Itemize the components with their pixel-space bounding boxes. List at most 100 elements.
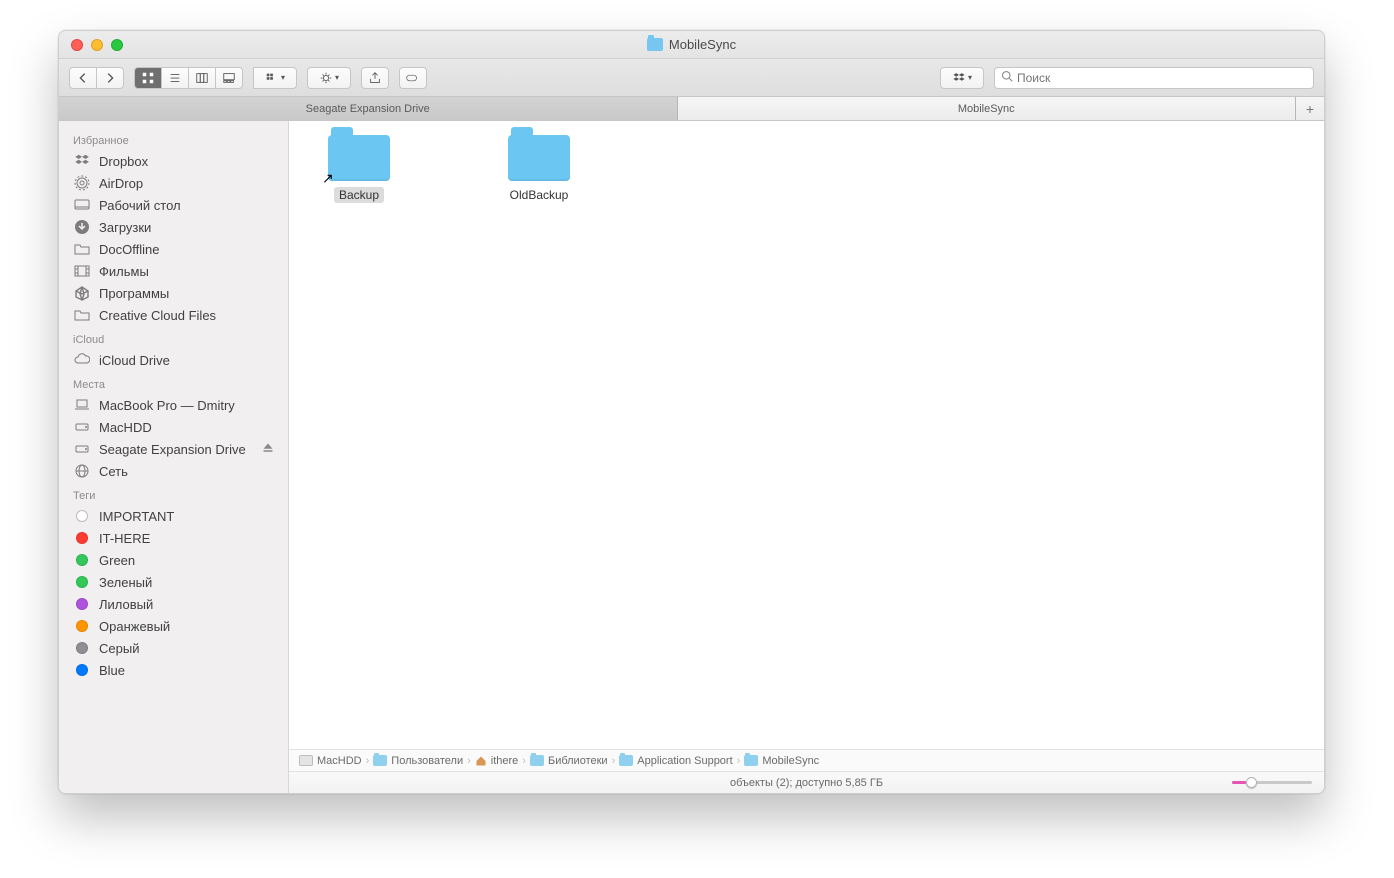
sidebar-tag-ithere[interactable]: IT-HERE (59, 527, 288, 549)
sidebar-item-downloads[interactable]: Загрузки (59, 216, 288, 238)
icon-view-button[interactable] (134, 67, 162, 89)
sidebar-item-label: MacBook Pro — Dmitry (99, 398, 235, 413)
path-segment[interactable]: MobileSync (744, 755, 819, 767)
chevron-icon: › (612, 755, 616, 767)
folder-icon (647, 38, 663, 51)
sidebar-item-machdd[interactable]: MacHDD (59, 416, 288, 438)
sidebar-item-creative-cloud[interactable]: Creative Cloud Files (59, 304, 288, 326)
zoom-slider[interactable] (1232, 781, 1312, 784)
path-label: ithere (491, 755, 519, 767)
tag-icon (73, 596, 91, 612)
folder-icon (73, 307, 91, 323)
disk-icon (299, 755, 313, 766)
airdrop-icon (73, 175, 91, 191)
sidebar-item-label: IT-HERE (99, 531, 150, 546)
sidebar-tag-green[interactable]: Green (59, 549, 288, 571)
sidebar-item-label: Сеть (99, 464, 128, 479)
sidebar-item-network[interactable]: Сеть (59, 460, 288, 482)
tab-bar: Seagate Expansion Drive MobileSync + (59, 97, 1324, 121)
path-label: Application Support (637, 755, 732, 767)
sidebar-item-desktop[interactable]: Рабочий стол (59, 194, 288, 216)
sidebar-item-label: iCloud Drive (99, 353, 170, 368)
sidebar-item-airdrop[interactable]: AirDrop (59, 172, 288, 194)
tab-label: Seagate Expansion Drive (306, 103, 430, 115)
sidebar-item-label: MacHDD (99, 420, 152, 435)
path-segment[interactable]: MacHDD (299, 755, 362, 767)
path-segment[interactable]: Пользователи (373, 755, 463, 767)
sidebar-item-label: Программы (99, 286, 169, 301)
file-item-backup[interactable]: ↗ Backup (309, 135, 409, 735)
cloud-icon (73, 352, 91, 368)
sidebar-item-macbook[interactable]: MacBook Pro — Dmitry (59, 394, 288, 416)
tags-button[interactable] (399, 67, 427, 89)
chevron-icon: › (522, 755, 526, 767)
tag-icon (73, 530, 91, 546)
sidebar-tag-gray[interactable]: Серый (59, 637, 288, 659)
file-item-oldbackup[interactable]: OldBackup (489, 135, 589, 735)
sidebar-item-label: Seagate Expansion Drive (99, 442, 246, 457)
path-segment[interactable]: ithere (475, 755, 519, 767)
window-title: MobileSync (59, 37, 1324, 52)
sidebar-header-locations: Места (59, 371, 288, 394)
sidebar-item-dropbox[interactable]: Dropbox (59, 150, 288, 172)
eject-icon[interactable] (262, 442, 274, 457)
sidebar-header-favorites: Избранное (59, 127, 288, 150)
new-tab-button[interactable]: + (1296, 97, 1324, 120)
sidebar-item-label: DocOffline (99, 242, 159, 257)
tag-icon (73, 662, 91, 678)
sidebar-item-label: AirDrop (99, 176, 143, 191)
folder-icon (619, 755, 633, 766)
share-button[interactable] (361, 67, 389, 89)
tab-mobilesync[interactable]: MobileSync (678, 97, 1297, 120)
file-label: OldBackup (505, 187, 574, 203)
sidebar-tag-orange[interactable]: Оранжевый (59, 615, 288, 637)
tag-icon (73, 552, 91, 568)
path-segment[interactable]: Application Support (619, 755, 732, 767)
search-icon (1001, 70, 1013, 85)
close-button[interactable] (71, 39, 83, 51)
minimize-button[interactable] (91, 39, 103, 51)
movies-icon (73, 263, 91, 279)
search-field[interactable] (994, 67, 1314, 89)
path-label: MobileSync (762, 755, 819, 767)
sidebar-tag-blue[interactable]: Blue (59, 659, 288, 681)
slider-knob[interactable] (1246, 777, 1257, 788)
sidebar-item-docoffline[interactable]: DocOffline (59, 238, 288, 260)
gallery-view-button[interactable] (215, 67, 243, 89)
list-view-button[interactable] (161, 67, 189, 89)
path-segment[interactable]: Библиотеки (530, 755, 608, 767)
sidebar-item-label: Green (99, 553, 135, 568)
icon-grid[interactable]: ↗ Backup OldBackup (289, 121, 1324, 749)
folder-icon: ↗ (328, 135, 390, 181)
network-icon (73, 463, 91, 479)
sidebar-item-icloud-drive[interactable]: iCloud Drive (59, 349, 288, 371)
folder-icon (373, 755, 387, 766)
zoom-button[interactable] (111, 39, 123, 51)
back-button[interactable] (69, 67, 97, 89)
group-buttons: ▾ (253, 67, 297, 89)
sidebar-item-label: Фильмы (99, 264, 149, 279)
folder-icon (744, 755, 758, 766)
sidebar-item-seagate[interactable]: Seagate Expansion Drive (59, 438, 288, 460)
dropbox-toolbar-button[interactable]: ▾ (940, 67, 984, 89)
forward-button[interactable] (96, 67, 124, 89)
tab-seagate[interactable]: Seagate Expansion Drive (59, 97, 678, 120)
action-button[interactable]: ▾ (307, 67, 351, 89)
sidebar-tag-purple[interactable]: Лиловый (59, 593, 288, 615)
group-by-button[interactable]: ▾ (253, 67, 297, 89)
tag-icon (73, 574, 91, 590)
column-view-button[interactable] (188, 67, 216, 89)
sidebar-item-label: Creative Cloud Files (99, 308, 216, 323)
file-label: Backup (334, 187, 384, 203)
sidebar-tag-green2[interactable]: Зеленый (59, 571, 288, 593)
search-input[interactable] (1017, 71, 1307, 85)
sidebar-item-apps[interactable]: Программы (59, 282, 288, 304)
titlebar: MobileSync (59, 31, 1324, 59)
sidebar-item-movies[interactable]: Фильмы (59, 260, 288, 282)
slider-track (1232, 781, 1312, 784)
sidebar-item-label: Зеленый (99, 575, 152, 590)
sidebar-tag-important[interactable]: IMPORTANT (59, 505, 288, 527)
sidebar-item-label: Рабочий стол (99, 198, 181, 213)
chevron-icon: › (366, 755, 370, 767)
path-label: MacHDD (317, 755, 362, 767)
